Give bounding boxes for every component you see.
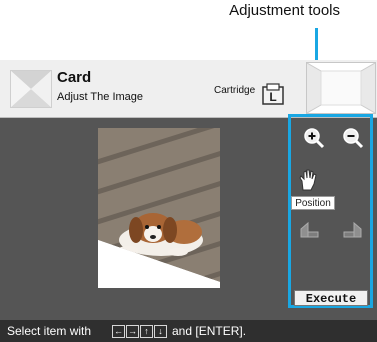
cartridge-label: Cartridge: [214, 85, 256, 96]
status-text-prefix: Select item with: [7, 324, 92, 338]
right-arrow-key-icon: →: [126, 325, 139, 338]
card-thumbnail: [10, 70, 52, 108]
layout-preview: [306, 62, 376, 114]
puppy-photo[interactable]: [98, 128, 220, 288]
cartridge-size-text: L: [269, 90, 276, 104]
rotate-left-icon[interactable]: [298, 219, 320, 241]
zoom-out-icon[interactable]: [342, 127, 364, 149]
rotate-right-icon[interactable]: [342, 219, 364, 241]
zoom-in-icon[interactable]: [303, 127, 325, 149]
cartridge-icon: L: [262, 83, 284, 105]
page-title: Card: [57, 69, 92, 86]
adjustment-tools-callout-label: Adjustment tools: [229, 2, 340, 19]
execute-button[interactable]: Execute: [294, 290, 368, 306]
down-arrow-key-icon: ↓: [154, 325, 167, 338]
left-arrow-key-icon: ←: [112, 325, 125, 338]
position-tool-label[interactable]: Position: [291, 196, 335, 210]
page-subtitle: Adjust The Image: [57, 91, 144, 103]
image-frame: [98, 128, 220, 288]
up-arrow-key-icon: ↑: [140, 325, 153, 338]
hand-icon[interactable]: [296, 168, 320, 192]
status-bar: Select item with ← → ↑ ↓ and [ENTER].: [0, 320, 377, 342]
status-text-suffix: and [ENTER].: [172, 324, 247, 338]
header: Card Adjust The Image Cartridge L: [0, 60, 377, 118]
